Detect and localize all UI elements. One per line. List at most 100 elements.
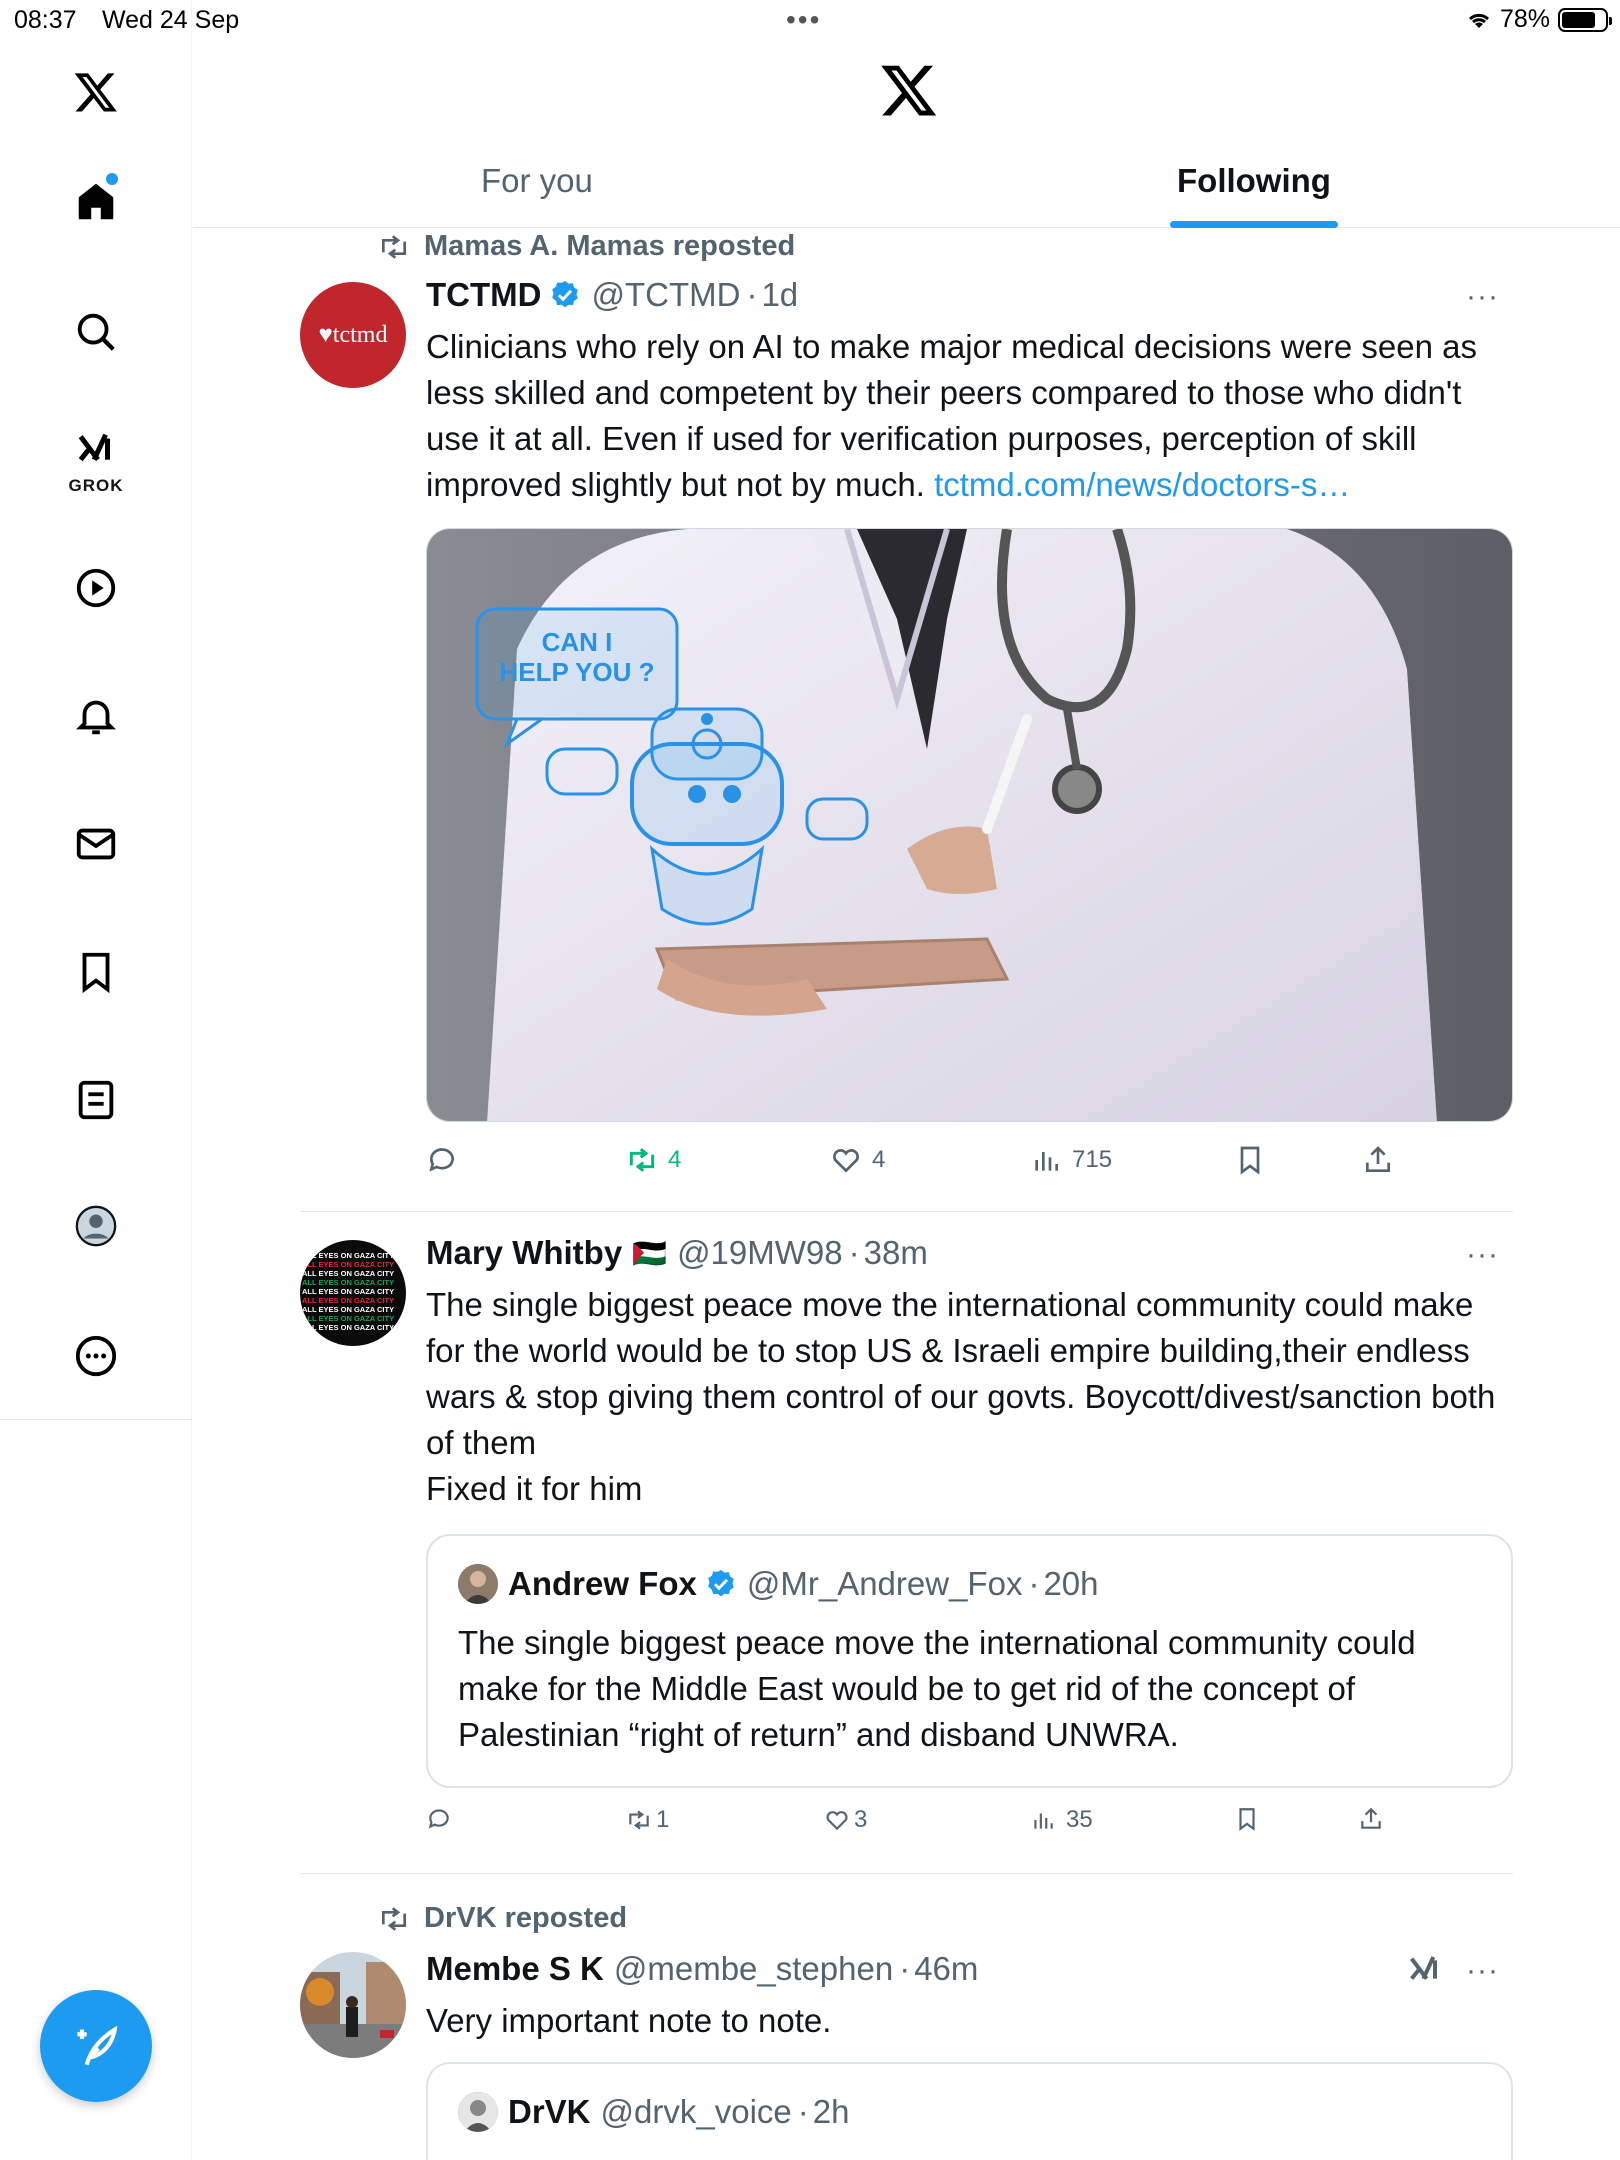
post-actions: 4 4 715 <box>426 1144 1426 1184</box>
doctor-ai-illustration: CAN I HELP YOU ? <box>427 529 1512 1121</box>
views-button[interactable]: 715 <box>1030 1144 1112 1176</box>
grok-explain-icon[interactable] <box>1405 1952 1445 1992</box>
avatar-line: ALL EYES ON GAZA CITY <box>302 1287 394 1296</box>
bookmarks-icon[interactable] <box>66 942 126 1002</box>
post-image[interactable]: CAN I HELP YOU ? <box>426 528 1513 1122</box>
compose-feather-icon <box>77 2025 118 2066</box>
status-bar: 08:37 Wed 24 Sep ••• 78% <box>0 0 1620 40</box>
post-link[interactable]: tctmd.com/news/doctors-s… <box>934 466 1350 503</box>
avatar-street-photo <box>300 1952 406 2058</box>
post-text: Very important note to note. <box>426 2002 832 2039</box>
avatar[interactable] <box>300 1952 406 2058</box>
reply-button[interactable] <box>426 1806 452 1832</box>
share-icon <box>1366 1146 1390 1172</box>
quoted-post-time: 20h <box>1043 1565 1099 1602</box>
avatar-line: ALL EYES ON GAZA CITY <box>302 1314 394 1323</box>
avatar-line: ALL EYES ON GAZA CITY <box>302 1305 394 1314</box>
bookmark-icon <box>1239 1808 1255 1831</box>
repost-button[interactable]: 1 <box>626 1806 669 1834</box>
repost-context: Mamas A. Mamas reposted <box>378 230 795 263</box>
post-time[interactable]: 38m <box>864 1234 928 1272</box>
share-button[interactable] <box>1362 1144 1394 1176</box>
author-handle[interactable]: @19MW98 <box>677 1234 843 1272</box>
post-divider <box>300 1873 1513 1874</box>
quoted-post-header: DrVK @drvk_voice · 2h <box>458 2092 849 2132</box>
home-notification-dot <box>106 173 118 185</box>
post-header: Membe S K @membe_stephen · 46m <box>426 1950 978 1988</box>
avatar[interactable]: ♥ tctmd <box>300 282 406 388</box>
bubble-text-1: CAN I <box>542 627 613 657</box>
author-handle[interactable]: @membe_stephen <box>614 1950 893 1988</box>
compose-post-button[interactable] <box>40 1990 152 2102</box>
x-logo-icon[interactable] <box>879 60 939 120</box>
x-logo-icon[interactable] <box>66 62 126 122</box>
tab-for-you[interactable]: For you <box>481 162 593 200</box>
author-name[interactable]: Membe S K <box>426 1950 604 1988</box>
avatar-line: ALL EYES ON GAZA CITY <box>302 1278 394 1287</box>
sidebar-separator <box>0 1419 192 1420</box>
reply-icon <box>429 1148 454 1172</box>
quoted-author-handle: @Mr_Andrew_Fox <box>746 1565 1023 1602</box>
post-text: Clinicians who rely on AI to make major … <box>426 324 1513 508</box>
multitasking-dots-icon[interactable]: ••• <box>786 4 821 36</box>
more-options-icon[interactable] <box>66 1326 126 1386</box>
avatar[interactable]: ALL EYES ON GAZA CITY ALL EYES ON GAZA C… <box>300 1240 406 1346</box>
bookmark-icon <box>1240 1146 1260 1175</box>
post-tctmd[interactable]: Mamas A. Mamas reposted ♥ tctmd TCTMD @TC… <box>300 230 1513 1212</box>
time-separator: · <box>746 276 758 313</box>
heart-icon <box>833 1149 859 1173</box>
timeline-header: For you Following <box>193 40 1620 228</box>
quoted-post[interactable]: DrVK @drvk_voice · 2h <box>426 2062 1513 2160</box>
share-button[interactable] <box>1358 1806 1384 1832</box>
post-text: The single biggest peace move the intern… <box>426 1282 1513 1512</box>
reply-button[interactable] <box>426 1144 458 1176</box>
more-options-icon[interactable]: ··· <box>1466 1238 1499 1272</box>
quoted-avatar <box>458 2092 498 2132</box>
video-icon[interactable] <box>66 558 126 618</box>
quoted-author-name: Andrew Fox <box>508 1565 697 1602</box>
time-separator: · <box>1028 1565 1040 1602</box>
avatar-text: tctmd <box>332 321 388 348</box>
author-name[interactable]: Mary Whitby <box>426 1234 622 1272</box>
repost-icon <box>629 1148 655 1172</box>
bookmark-button[interactable] <box>1234 1806 1260 1832</box>
quoted-post-text: The single biggest peace move the intern… <box>458 1624 1416 1753</box>
avatar-line: ALL EYES ON GAZA CITY <box>302 1269 394 1278</box>
avatar-line: ALL EYES ON GAZA CITY <box>302 1296 394 1305</box>
messages-envelope-icon[interactable] <box>66 814 126 874</box>
repost-context: DrVK reposted <box>378 1902 627 1935</box>
verified-badge-icon <box>552 281 579 308</box>
like-count: 3 <box>854 1806 868 1833</box>
reply-icon <box>428 1809 449 1829</box>
grok-icon[interactable] <box>66 422 126 482</box>
profile-avatar-icon[interactable] <box>66 1196 126 1256</box>
repost-count: 4 <box>668 1146 682 1173</box>
like-button[interactable]: 3 <box>824 1806 867 1834</box>
views-chart-icon <box>1035 1152 1058 1171</box>
views-button[interactable]: 35 <box>1030 1806 1093 1834</box>
post-membe-sk[interactable]: DrVK reposted Membe S K @membe_stephen ·… <box>300 1902 1513 2160</box>
like-count: 4 <box>872 1146 886 1173</box>
post-time[interactable]: 1d <box>761 276 798 314</box>
post-mary-whitby[interactable]: ALL EYES ON GAZA CITY ALL EYES ON GAZA C… <box>300 1212 1513 1874</box>
bookmark-button[interactable] <box>1234 1144 1266 1176</box>
search-icon[interactable] <box>66 302 126 362</box>
like-button[interactable]: 4 <box>830 1144 885 1176</box>
notifications-bell-icon[interactable] <box>66 686 126 746</box>
battery-percent: 78% <box>1499 5 1550 33</box>
author-name[interactable]: TCTMD <box>426 276 541 314</box>
battery-fill <box>1562 11 1595 28</box>
view-count: 715 <box>1072 1146 1113 1173</box>
more-options-icon[interactable]: ··· <box>1466 1954 1499 1988</box>
repost-button[interactable]: 4 <box>626 1144 681 1176</box>
time-separator: · <box>899 1950 911 1987</box>
heart-icon <box>826 1811 848 1831</box>
lists-icon[interactable] <box>66 1070 126 1130</box>
more-options-icon[interactable]: ··· <box>1466 280 1499 314</box>
quoted-post[interactable]: Andrew Fox @Mr_Andrew_Fox · 20h The sing… <box>426 1534 1513 1788</box>
tab-following[interactable]: Following <box>1177 162 1331 200</box>
post-time[interactable]: 46m <box>914 1950 978 1988</box>
battery-icon <box>1558 7 1612 32</box>
author-handle[interactable]: @TCTMD <box>591 276 740 314</box>
post-header: Mary Whitby 🇵🇸 @19MW98 · 38m <box>426 1234 928 1272</box>
